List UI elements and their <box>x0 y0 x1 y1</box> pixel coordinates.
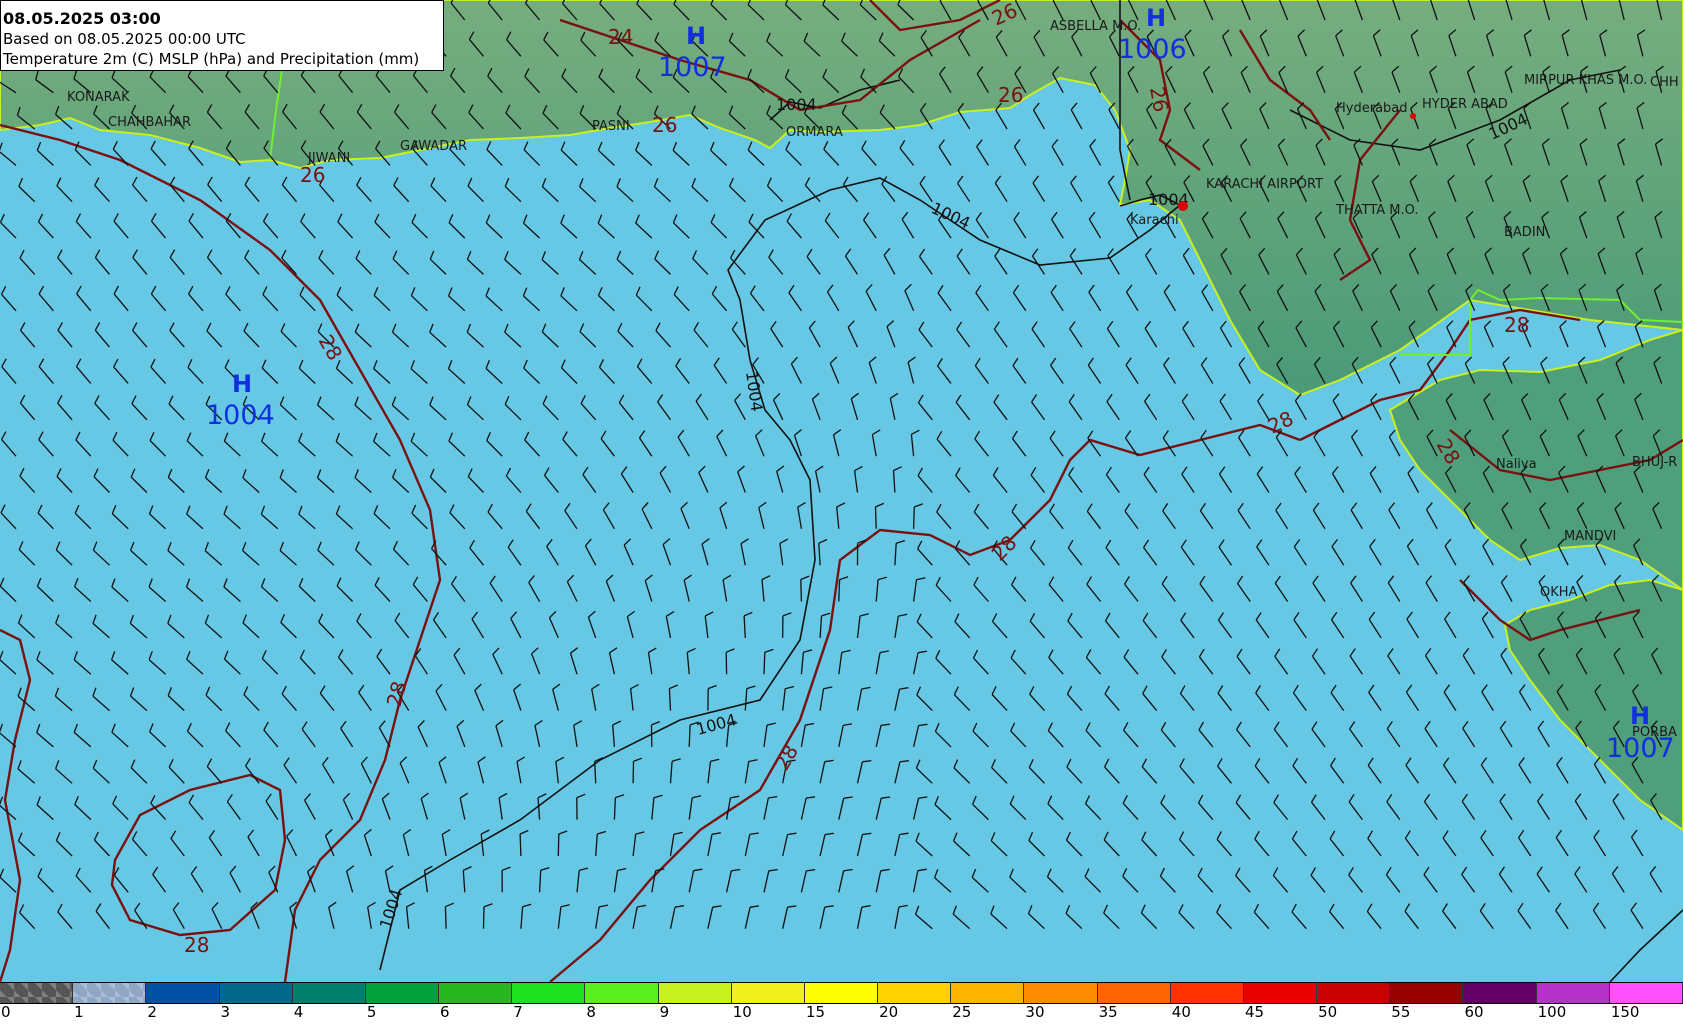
place-label: KONARAK <box>67 90 130 105</box>
isotherm-label: 28 <box>1504 313 1529 337</box>
model-run: Based on 08.05.2025 00:00 UTC <box>3 30 246 48</box>
legend-swatch <box>585 983 659 1003</box>
legend-swatch <box>1390 983 1464 1003</box>
legend-label: 35 <box>1098 1003 1118 1021</box>
isotherm-label: 26 <box>998 83 1023 107</box>
legend-swatch <box>512 983 586 1003</box>
forecast-datetime: 08.05.2025 03:00 <box>3 9 161 28</box>
legend-label: 40 <box>1171 1003 1191 1021</box>
legend-swatch <box>1170 983 1244 1003</box>
legend-label: 9 <box>659 1003 670 1021</box>
map-info-box: 08.05.2025 03:00 Based on 08.05.2025 00:… <box>0 0 444 71</box>
place-label: JIWANI <box>307 151 350 166</box>
pressure-center-value: 1004 <box>206 400 275 431</box>
pressure-center-letter: H <box>232 370 252 398</box>
place-label: OKHA <box>1540 585 1578 600</box>
legend-label: 6 <box>440 1003 450 1021</box>
pressure-center-letter: H <box>686 22 706 50</box>
place-label: ASBELLA M.O. <box>1050 19 1141 34</box>
map-parameters: Temperature 2m (C) MSLP (hPa) and Precip… <box>3 50 420 68</box>
pressure-center-letter: H <box>1146 4 1166 32</box>
legend-swatch <box>146 983 220 1003</box>
legend-label: 3 <box>220 1003 231 1021</box>
place-label: HYDER ABAD <box>1422 97 1508 112</box>
place-label: Naliya <box>1496 457 1537 472</box>
place-label: BADIN <box>1504 225 1545 240</box>
isobar-label: 1004 <box>776 95 817 114</box>
place-label: KARACHI AIRPORT <box>1206 177 1323 192</box>
legend-color-bar <box>0 982 1683 1004</box>
legend-label: 10 <box>732 1003 752 1021</box>
legend-label: 25 <box>952 1003 972 1021</box>
legend-swatch <box>292 983 366 1003</box>
legend-label: 8 <box>586 1003 596 1021</box>
legend-label: 15 <box>805 1003 825 1021</box>
place-label: PASNI <box>592 119 630 134</box>
legend-swatch <box>1097 983 1171 1003</box>
legend-swatch <box>1243 983 1318 1003</box>
legend-swatch <box>658 983 732 1003</box>
place-label: GAWADAR <box>400 139 467 154</box>
legend-label: 150 <box>1610 1003 1640 1021</box>
legend-label: 5 <box>366 1003 377 1021</box>
legend-label: 1 <box>74 1003 84 1021</box>
isotherm-label: 26 <box>1145 85 1173 114</box>
legend-label: 60 <box>1464 1003 1484 1021</box>
legend-label: 4 <box>293 1003 304 1021</box>
pressure-center-value: 1007 <box>658 52 727 83</box>
legend-swatch <box>219 983 293 1003</box>
legend-swatch <box>1536 983 1610 1003</box>
legend-swatch <box>0 983 74 1003</box>
legend-swatch <box>951 983 1025 1003</box>
precipitation-legend: 0 1 2 3 4 5 6 7 8 9 10 15 20 25 30 35 40 45 50 55 60 100 150 <box>0 982 1683 1024</box>
legend-swatch <box>804 983 879 1003</box>
legend-swatch <box>731 983 805 1003</box>
legend-label: 20 <box>879 1003 899 1021</box>
place-label: Karachi <box>1130 213 1179 228</box>
isotherm-label: 24 <box>608 25 633 49</box>
legend-labels: 0 1 2 3 4 5 6 7 8 9 10 15 20 25 30 35 40 45 50 55 60 100 150 <box>0 1003 1683 1023</box>
legend-swatch <box>365 983 440 1003</box>
legend-swatch <box>439 983 513 1003</box>
karachi-marker <box>1178 201 1188 211</box>
legend-swatch <box>1024 983 1098 1003</box>
isotherm-label: 26 <box>652 113 677 137</box>
place-label: THATTA M.O. <box>1335 203 1418 218</box>
isotherm-label: 26 <box>300 163 325 187</box>
legend-label: 2 <box>147 1003 157 1021</box>
place-label: MIRPUR KHAS M.O. <box>1524 73 1647 88</box>
weather-map: H 1007 H 1006 H 1004 H 1007 1004 1004 10… <box>0 0 1683 1024</box>
legend-label: 7 <box>513 1003 523 1021</box>
place-label: ORMARA <box>786 125 843 140</box>
place-label: CHH <box>1650 75 1679 90</box>
pressure-center-value: 1006 <box>1118 34 1187 65</box>
place-label: CHAHBAHAR <box>108 115 191 130</box>
legend-swatch <box>73 983 147 1003</box>
legend-swatch <box>1463 983 1537 1003</box>
legend-swatch <box>1317 983 1391 1003</box>
legend-swatch <box>1609 983 1683 1003</box>
legend-label: 45 <box>1244 1003 1265 1021</box>
legend-label: 30 <box>1025 1003 1045 1021</box>
hyderabad-marker <box>1410 113 1416 119</box>
legend-swatch <box>878 983 952 1003</box>
place-label: Hyderabad <box>1336 101 1408 116</box>
place-label: PORBA <box>1632 725 1677 740</box>
legend-label: 55 <box>1391 1003 1411 1021</box>
legend-label: 50 <box>1318 1003 1338 1021</box>
legend-label: 0 <box>1 1003 11 1021</box>
place-label: BHUJ-R <box>1632 455 1677 470</box>
isotherm-label: 28 <box>184 933 209 957</box>
place-label: MANDVI <box>1564 529 1616 544</box>
legend-label: 100 <box>1537 1003 1567 1021</box>
